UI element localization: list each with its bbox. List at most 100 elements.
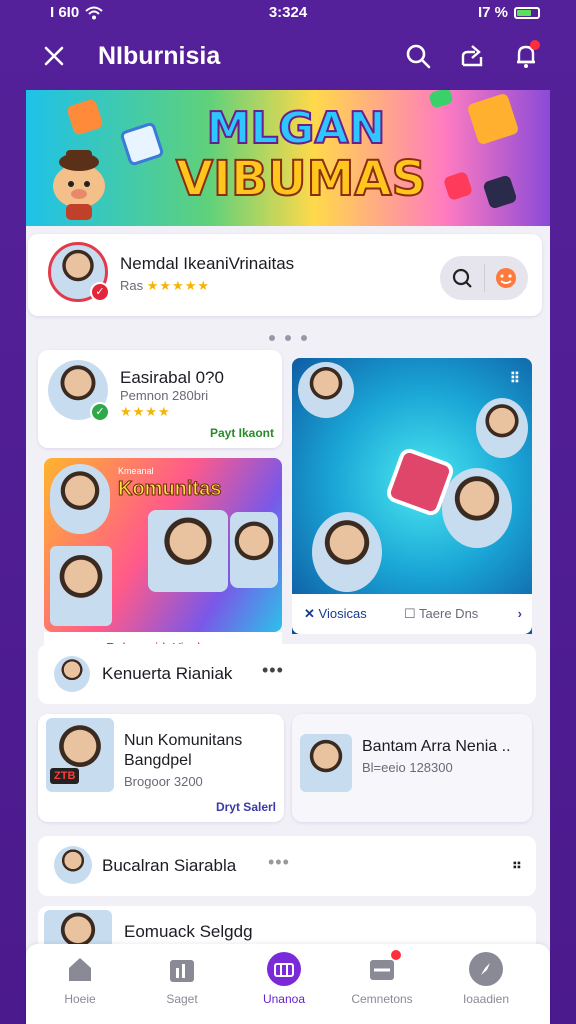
pay-link[interactable]: Payt Ikaont bbox=[210, 426, 274, 440]
featured-sub: Ras ★★★★★ bbox=[120, 278, 210, 294]
nav-label: Saget bbox=[166, 992, 198, 1006]
komunitas-title: Komunitas bbox=[117, 478, 222, 501]
close-button[interactable] bbox=[38, 40, 70, 72]
nav-community[interactable]: Unanoa bbox=[234, 952, 334, 1006]
rating-stars: ★★★★★ bbox=[146, 278, 211, 293]
member-row[interactable]: Bucalran Siarabla ••• ⠶ bbox=[38, 836, 536, 896]
comment-label: Taere Dns bbox=[419, 606, 479, 621]
komunitas-card-image[interactable]: Kmeanal Komunitas bbox=[44, 458, 282, 632]
person-photo bbox=[298, 362, 354, 418]
status-right-text: I7 % bbox=[477, 4, 508, 21]
post-sub: Brogoor 3200 bbox=[124, 774, 203, 789]
person-photo bbox=[50, 546, 112, 626]
featured-card[interactable]: ✓ Nemdal IkeaniVrinaitas Ras ★★★★★ bbox=[28, 234, 542, 316]
nav-label: Ioaadien bbox=[462, 992, 510, 1006]
community-post-card[interactable]: ZTB Nun Komunitans Bangdpel Brogoor 3200… bbox=[38, 714, 284, 822]
top-app-bar: NIburnisia bbox=[0, 26, 576, 88]
notification-dot bbox=[530, 40, 540, 50]
post-link[interactable]: Dryt Salerl bbox=[216, 800, 276, 814]
bottom-navigation: Hoeie Saget Unanoa Cemnetons Ioaadien bbox=[26, 944, 550, 1024]
featured-actions bbox=[440, 256, 528, 300]
person-photo bbox=[230, 512, 278, 588]
person-photo bbox=[50, 464, 110, 534]
nav-comments[interactable]: Cemnetons bbox=[332, 950, 432, 1006]
verified-badge: ✓ bbox=[90, 402, 110, 422]
nav-label: Cemnetons bbox=[351, 992, 413, 1006]
notification-dot bbox=[391, 950, 401, 960]
post-tag: ZTB bbox=[50, 768, 80, 784]
post-title-2: Bangdpel bbox=[124, 752, 192, 769]
member-row-name: Eomuack Selgdg bbox=[124, 922, 253, 941]
member-card[interactable]: ✓ Easirabal 0?0 Pemnon 280bri ★★★★ Payt … bbox=[38, 350, 282, 448]
member-name: Easirabal 0?0 bbox=[120, 368, 224, 387]
more-options-icon[interactable]: ••• bbox=[262, 660, 284, 681]
nav-stats[interactable]: Saget bbox=[132, 952, 232, 1006]
group-photo-actions: ✕ Viosicas ☐ Taere Dns › bbox=[292, 594, 532, 634]
banner-title: MLGAN VIBUMAS bbox=[175, 103, 427, 207]
decor-cube bbox=[482, 174, 518, 210]
search-button[interactable] bbox=[402, 40, 434, 72]
post-right-title: Bantam Arra Nenia .. bbox=[362, 738, 511, 755]
banner-title-line2: VIBUMAS bbox=[175, 151, 427, 207]
more-options-icon[interactable]: ••• bbox=[268, 852, 290, 873]
featured-sub-text: Ras bbox=[120, 278, 144, 293]
battery-icon bbox=[514, 6, 540, 19]
chart-icon bbox=[165, 952, 199, 986]
avatar bbox=[54, 656, 90, 692]
mascot-image bbox=[53, 150, 105, 220]
decor-cube bbox=[66, 98, 104, 136]
member-sub: Pemnon 280bri bbox=[120, 388, 209, 403]
featured-name: Nemdal IkeaniVrinaitas bbox=[120, 254, 295, 273]
status-bar: I 6I0 3:324 I7 % bbox=[0, 0, 576, 26]
decor-cube bbox=[442, 170, 474, 202]
community-icon bbox=[267, 952, 301, 986]
nav-home[interactable]: Hoeie bbox=[30, 952, 130, 1006]
komunitas-label: Kmeanal bbox=[118, 466, 154, 476]
promo-banner[interactable]: MLGAN VIBUMAS bbox=[26, 90, 550, 226]
close-icon bbox=[44, 46, 64, 66]
inbox-icon bbox=[365, 950, 401, 986]
grid-icon[interactable]: ⠶ bbox=[512, 856, 522, 873]
post-thumbnail bbox=[300, 734, 352, 792]
home-icon bbox=[63, 952, 97, 986]
search-member-button[interactable] bbox=[440, 256, 484, 300]
post-title-1: Nun Komunitans bbox=[124, 732, 243, 749]
nav-location[interactable]: Ioaadien bbox=[436, 952, 536, 1006]
share-button[interactable] bbox=[456, 40, 488, 72]
share-icon bbox=[461, 45, 483, 67]
comment-action[interactable]: ☐ Taere Dns bbox=[404, 606, 478, 622]
compress-icon: ✕ bbox=[304, 606, 315, 621]
member-row-name: Kenuerta Rianiak bbox=[102, 664, 233, 683]
search-icon bbox=[452, 268, 472, 288]
banner-title-line1: MLGAN bbox=[206, 103, 387, 155]
post-right-sub: Bl=eeio 128300 bbox=[362, 760, 453, 775]
decor-cube bbox=[428, 90, 454, 110]
chevron-right-icon[interactable]: › bbox=[518, 606, 522, 621]
avatar bbox=[54, 846, 92, 884]
carousel-dots[interactable] bbox=[26, 328, 550, 346]
grid-icon[interactable]: ⠿ bbox=[510, 370, 520, 387]
group-photo-card[interactable]: ⠿ bbox=[292, 358, 532, 634]
person-photo bbox=[148, 510, 228, 592]
top-actions bbox=[402, 40, 542, 72]
nav-label: Unanoa bbox=[262, 992, 306, 1006]
person-photo bbox=[476, 398, 528, 458]
content-panel: MLGAN VIBUMAS ✓ Nemdal IkeaniVrinaitas R… bbox=[26, 90, 550, 1024]
nav-label: Hoeie bbox=[64, 992, 96, 1006]
member-row[interactable]: Kenuerta Rianiak ••• bbox=[38, 644, 536, 704]
app-title: NIburnisia bbox=[98, 42, 221, 70]
person-photo bbox=[312, 512, 382, 592]
rating-stars: ★★★★ bbox=[120, 404, 171, 419]
person-photo bbox=[442, 468, 512, 548]
decor-cube bbox=[119, 121, 165, 167]
emoji-icon bbox=[496, 268, 517, 288]
notifications-button[interactable] bbox=[510, 40, 542, 72]
videos-action[interactable]: ✕ Viosicas bbox=[304, 606, 367, 622]
community-post-card[interactable]: Bantam Arra Nenia .. Bl=eeio 128300 bbox=[292, 714, 532, 822]
member-row-name: Bucalran Siarabla bbox=[102, 856, 237, 875]
reaction-button[interactable] bbox=[485, 256, 529, 300]
verified-badge: ✓ bbox=[90, 282, 110, 302]
decor-cube bbox=[466, 92, 520, 146]
app-frame: I 6I0 3:324 I7 % NIburnisia MLGAN VIBUMA… bbox=[0, 0, 576, 1024]
comment-icon: ☐ bbox=[404, 606, 416, 621]
